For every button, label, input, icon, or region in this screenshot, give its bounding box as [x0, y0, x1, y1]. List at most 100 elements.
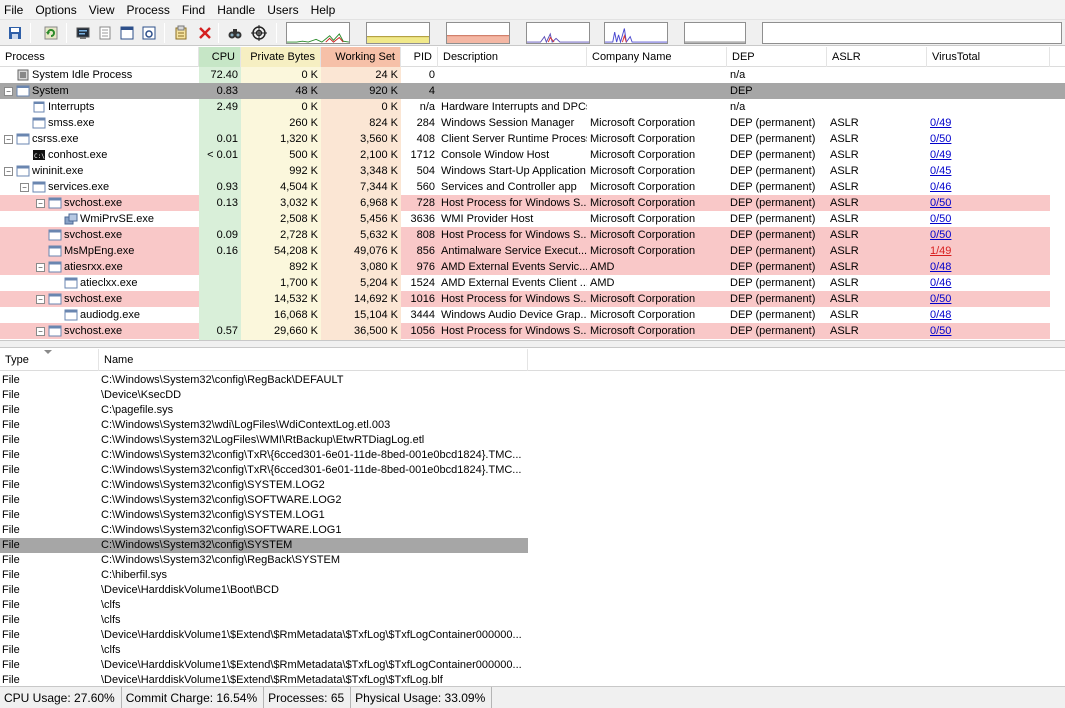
- column-header-working-set[interactable]: Working Set: [321, 47, 401, 67]
- handle-row[interactable]: File C:\Windows\System32\config\RegBack\D…: [0, 373, 528, 388]
- io-graph[interactable]: [446, 22, 510, 44]
- gpu-graph[interactable]: [684, 22, 746, 44]
- process-row[interactable]: System Idle Process 72.40 0 K 24 K 0 n/a: [0, 67, 1065, 83]
- virustotal-link[interactable]: 0/50: [930, 197, 951, 209]
- extra-graph[interactable]: [762, 22, 1062, 44]
- virustotal-link[interactable]: 0/48: [930, 309, 951, 321]
- process-name-cell[interactable]: − svchost.exe: [0, 195, 199, 211]
- menu-handle[interactable]: Handle: [211, 0, 261, 20]
- process-row[interactable]: C:\ conhost.exe < 0.01 500 K 2,100 K 1712 Cons…: [0, 147, 1065, 163]
- process-row[interactable]: − svchost.exe 0.57 29,660 K 36,500 K 1056 Host…: [0, 323, 1065, 339]
- process-row[interactable]: − services.exe 0.93 4,504 K 7,344 K 560 Servic…: [0, 179, 1065, 195]
- find-icon[interactable]: [226, 24, 244, 42]
- process-name-cell[interactable]: − services.exe: [0, 179, 199, 195]
- handle-row[interactable]: File \Device\HarddiskVolume1\Boot\BCD: [0, 583, 528, 598]
- menu-process[interactable]: Process: [121, 0, 176, 20]
- virustotal-link[interactable]: 0/46: [930, 277, 951, 289]
- column-header-virustotal[interactable]: VirusTotal: [927, 47, 1050, 67]
- handle-row[interactable]: File C:\Windows\System32\config\TxR\{6cce…: [0, 463, 528, 478]
- virustotal-link[interactable]: 0/49: [930, 149, 951, 161]
- handle-row[interactable]: File C:\Windows\System32\wdi\LogFiles\Wdi…: [0, 418, 528, 433]
- process-row[interactable]: svchost.exe 0.09 2,728 K 5,632 K 808 Host Pro…: [0, 227, 1065, 243]
- collapse-icon[interactable]: −: [36, 262, 45, 272]
- menu-view[interactable]: View: [83, 0, 121, 20]
- process-name-cell[interactable]: Interrupts: [0, 99, 199, 115]
- window-icon[interactable]: [118, 24, 136, 42]
- process-name-cell[interactable]: MsMpEng.exe: [0, 243, 199, 259]
- process-name-cell[interactable]: − wininit.exe: [0, 163, 199, 179]
- pane-splitter[interactable]: [0, 340, 1065, 348]
- handle-row[interactable]: File \Device\HarddiskVolume1\$Extend\$RmM…: [0, 673, 528, 685]
- process-properties-icon[interactable]: [172, 24, 190, 42]
- column-header-private-bytes[interactable]: Private Bytes: [241, 47, 321, 67]
- network-graph[interactable]: [526, 22, 590, 44]
- column-header-dep[interactable]: DEP: [727, 47, 827, 67]
- handle-row[interactable]: File \clfs: [0, 643, 528, 658]
- virustotal-link[interactable]: 0/50: [930, 293, 951, 305]
- properties-icon[interactable]: [96, 24, 114, 42]
- refresh-icon[interactable]: [42, 24, 60, 42]
- handle-row[interactable]: File \Device\HarddiskVolume1\$Extend\$RmM…: [0, 628, 528, 643]
- column-header-process[interactable]: Process: [0, 47, 199, 67]
- handle-row[interactable]: File C:\hiberfil.sys: [0, 568, 528, 583]
- process-row[interactable]: audiodg.exe 16,068 K 15,104 K 3444 Windows A…: [0, 307, 1065, 323]
- collapse-icon[interactable]: −: [36, 326, 45, 336]
- virustotal-link[interactable]: 0/49: [930, 117, 951, 129]
- handle-row[interactable]: File C:\Windows\System32\config\SYSTEM.LO…: [0, 508, 528, 523]
- virustotal-link[interactable]: 1/49: [930, 245, 951, 257]
- column-header-pid[interactable]: PID: [401, 47, 438, 67]
- process-row[interactable]: − atiesrxx.exe 892 K 3,080 K 976 AMD External…: [0, 259, 1065, 275]
- process-row[interactable]: − svchost.exe 14,532 K 14,692 K 1016 Host Pro…: [0, 291, 1065, 307]
- process-name-cell[interactable]: smss.exe: [0, 115, 199, 131]
- handle-row[interactable]: File C:\pagefile.sys: [0, 403, 528, 418]
- collapse-icon[interactable]: −: [4, 86, 13, 96]
- process-row[interactable]: MsMpEng.exe 0.16 54,208 K 49,076 K 856 Antima…: [0, 243, 1065, 259]
- target-icon[interactable]: [250, 24, 268, 42]
- handle-row[interactable]: File \clfs: [0, 613, 528, 628]
- commit-graph[interactable]: [366, 22, 430, 44]
- virustotal-link[interactable]: 0/50: [930, 133, 951, 145]
- menu-find[interactable]: Find: [176, 0, 211, 20]
- process-name-cell[interactable]: svchost.exe: [0, 227, 199, 243]
- system-info-icon[interactable]: [74, 24, 92, 42]
- menu-options[interactable]: Options: [29, 0, 82, 20]
- collapse-icon[interactable]: −: [36, 294, 45, 304]
- menu-help[interactable]: Help: [305, 0, 342, 20]
- handle-row[interactable]: File \clfs: [0, 598, 528, 613]
- handle-row[interactable]: File C:\Windows\System32\config\TxR\{6cce…: [0, 448, 528, 463]
- handle-row[interactable]: File C:\Windows\System32\LogFiles\WMI\RtB…: [0, 433, 528, 448]
- collapse-icon[interactable]: −: [20, 182, 29, 192]
- process-row[interactable]: smss.exe 260 K 824 K 284 Windows Session Man…: [0, 115, 1065, 131]
- process-row[interactable]: atieclxx.exe 1,700 K 5,204 K 1524 AMD Extern…: [0, 275, 1065, 291]
- handle-row[interactable]: File \Device\HarddiskVolume1\$Extend\$RmM…: [0, 658, 528, 673]
- handle-row[interactable]: File C:\Windows\System32\config\SYSTEM.LO…: [0, 478, 528, 493]
- process-row[interactable]: − System 0.83 48 K 920 K 4 DEP: [0, 83, 1065, 99]
- virustotal-link[interactable]: 0/46: [930, 181, 951, 193]
- process-name-cell[interactable]: System Idle Process: [0, 67, 199, 83]
- process-name-cell[interactable]: C:\ conhost.exe: [0, 147, 199, 163]
- handle-row[interactable]: File C:\Windows\System32\config\RegBack\S…: [0, 553, 528, 568]
- column-header-name[interactable]: Name: [99, 349, 528, 371]
- process-row[interactable]: − svchost.exe 0.13 3,032 K 6,968 K 728 Host Pr…: [0, 195, 1065, 211]
- virustotal-link[interactable]: 0/45: [930, 165, 951, 177]
- handle-row[interactable]: File C:\Windows\System32\config\SOFTWARE.…: [0, 493, 528, 508]
- virustotal-link[interactable]: 0/48: [930, 261, 951, 273]
- cpu-graph[interactable]: [286, 22, 350, 44]
- process-name-cell[interactable]: atieclxx.exe: [0, 275, 199, 291]
- handle-row[interactable]: File \Device\KsecDD: [0, 388, 528, 403]
- process-name-cell[interactable]: audiodg.exe: [0, 307, 199, 323]
- process-row[interactable]: − wininit.exe 992 K 3,348 K 504 Windows Start…: [0, 163, 1065, 179]
- process-name-cell[interactable]: − csrss.exe: [0, 131, 199, 147]
- process-name-cell[interactable]: − svchost.exe: [0, 323, 199, 339]
- process-row[interactable]: WmiPrvSE.exe 2,508 K 5,456 K 3636 WMI Provid…: [0, 211, 1065, 227]
- column-header-aslr[interactable]: ASLR: [827, 47, 927, 67]
- process-name-cell[interactable]: − atiesrxx.exe: [0, 259, 199, 275]
- collapse-icon[interactable]: −: [4, 134, 13, 144]
- process-name-cell[interactable]: − System: [0, 83, 199, 99]
- process-row[interactable]: Interrupts 2.49 0 K 0 K n/a Hardware Interrup…: [0, 99, 1065, 115]
- column-header-cpu[interactable]: CPU: [199, 47, 241, 67]
- kill-icon[interactable]: [196, 24, 214, 42]
- process-row[interactable]: − csrss.exe 0.01 1,320 K 3,560 K 408 Client Se…: [0, 131, 1065, 147]
- virustotal-link[interactable]: 0/50: [930, 325, 951, 337]
- process-name-cell[interactable]: − svchost.exe: [0, 291, 199, 307]
